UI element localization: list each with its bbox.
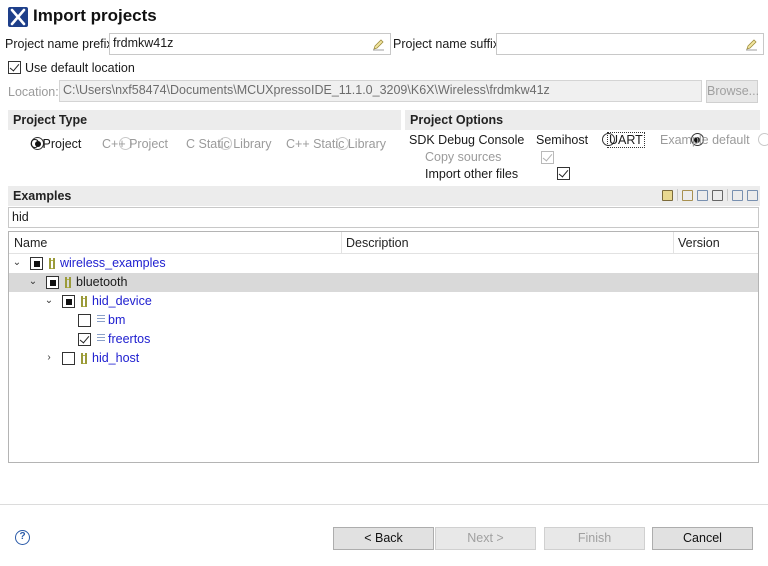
app-x-icon (8, 7, 28, 27)
location-value: C:\Users\nxf58474\Documents\MCUXpressoID… (63, 83, 550, 97)
column-version[interactable]: Version (678, 236, 720, 250)
back-button[interactable]: < Back (333, 527, 434, 550)
document-icon (97, 315, 105, 325)
node-label: bm (108, 313, 126, 327)
import-other-files-label: Import other files (425, 167, 519, 181)
folder-icon (49, 258, 55, 269)
sdk-debug-console-label: SDK Debug Console (409, 133, 525, 147)
prefix-label: Project name prefix: (5, 37, 117, 51)
node-label: hid_host (92, 351, 140, 365)
next-button[interactable]: Next > (435, 527, 536, 550)
collapse-all-icon[interactable] (747, 189, 758, 201)
c-static-library-label: C Static Library (186, 137, 272, 151)
chevron-down-icon[interactable]: ⌄ (12, 257, 22, 268)
copy-sources-checkbox[interactable] (540, 151, 554, 164)
tree-checkbox[interactable] (30, 257, 43, 270)
finish-button[interactable]: Finish (544, 527, 645, 550)
column-name[interactable]: Name (14, 236, 47, 250)
browse-button[interactable]: Browse... (706, 80, 759, 103)
cancel-button[interactable]: Cancel (652, 527, 753, 550)
pencil-icon[interactable] (372, 38, 385, 51)
tree-row-bluetooth[interactable]: ⌄ bluetooth (9, 273, 758, 292)
suffix-label: Project name suffix: (393, 37, 503, 51)
project-type-header: Project Type (8, 110, 401, 130)
import-icon[interactable] (662, 189, 673, 201)
document-icon (97, 334, 105, 344)
tree-header: Name Description Version (9, 232, 758, 254)
help-icon[interactable]: ? (15, 530, 30, 545)
tree-row-hid-device[interactable]: ⌄ hid_device (9, 292, 758, 311)
default-location-label: Use default location (25, 61, 135, 75)
chevron-down-icon[interactable]: ⌄ (28, 276, 38, 287)
suffix-input[interactable] (496, 33, 764, 55)
expand-all-icon[interactable] (732, 189, 743, 201)
tree-checkbox[interactable] (62, 352, 75, 365)
toolbar-separator (727, 189, 728, 201)
default-location-checkbox[interactable] (8, 61, 21, 74)
node-label: freertos (108, 332, 151, 346)
tree-checkbox[interactable] (46, 276, 59, 289)
cpp-static-library-label: C++ Static Library (286, 137, 387, 151)
location-label: Location: (8, 85, 59, 99)
import-other-files-checkbox[interactable] (557, 167, 571, 180)
column-separator[interactable] (673, 232, 674, 254)
location-input: C:\Users\nxf58474\Documents\MCUXpressoID… (59, 80, 702, 102)
cpp-project-label: C++ Project (102, 137, 169, 151)
radio-example-default[interactable] (758, 133, 768, 146)
column-separator[interactable] (341, 232, 342, 254)
prefix-value: frdmkw41z (113, 36, 174, 50)
tree-checkbox[interactable] (62, 295, 75, 308)
folder-icon (81, 353, 87, 364)
examples-filter-input[interactable]: hid (8, 207, 759, 228)
dialog-title: Import projects (33, 6, 157, 25)
semihost-label: Semihost (536, 133, 589, 147)
check-all-icon[interactable] (697, 189, 708, 201)
pencil-icon[interactable] (745, 38, 758, 51)
tree-checkbox[interactable] (78, 333, 91, 346)
tree-row-bm[interactable]: bm (9, 311, 758, 330)
tree-row-hid-host[interactable]: › hid_host (9, 349, 758, 368)
tree-row-freertos[interactable]: freertos (9, 330, 758, 349)
examples-filter-value: hid (12, 210, 29, 224)
c-project-label: C Project (30, 137, 82, 151)
node-label: bluetooth (76, 275, 128, 289)
uncheck-all-icon[interactable] (712, 189, 723, 201)
example-default-label: Example default (660, 133, 750, 147)
prefix-input[interactable]: frdmkw41z (109, 33, 391, 55)
pencil-icon[interactable] (682, 189, 693, 201)
node-label: hid_device (92, 294, 152, 308)
toolbar-separator (677, 189, 678, 201)
footer-divider (0, 504, 768, 505)
uart-label: UART (607, 132, 645, 148)
folder-icon (81, 296, 87, 307)
chevron-right-icon[interactable]: › (44, 352, 54, 363)
examples-toolbar (662, 189, 758, 201)
examples-header: Examples (8, 186, 760, 206)
column-description[interactable]: Description (346, 236, 409, 250)
copy-sources-label: Copy sources (425, 150, 502, 164)
chevron-down-icon[interactable]: ⌄ (44, 295, 54, 306)
examples-tree[interactable]: Name Description Version ⌄ wireless_exam… (8, 231, 759, 463)
node-label: wireless_examples (60, 256, 166, 270)
tree-checkbox[interactable] (78, 314, 91, 327)
folder-icon (65, 277, 71, 288)
tree-row-wireless-examples[interactable]: ⌄ wireless_examples (9, 254, 758, 273)
project-options-header: Project Options (405, 110, 760, 130)
